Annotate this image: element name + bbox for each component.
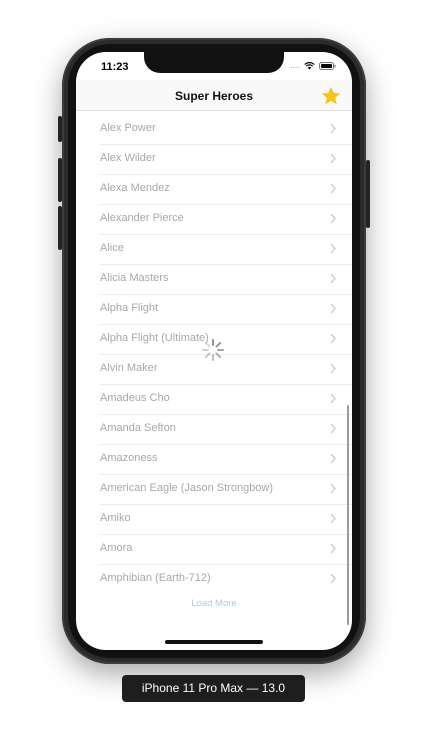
power-button [366,160,370,228]
chevron-right-icon [330,483,336,494]
signal-icon: .... [290,62,300,70]
chevron-right-icon [330,273,336,284]
device-screen: 11:23 .... Super Heroes Alex Power Alex … [76,52,352,650]
wifi-icon [304,62,315,70]
list-item-label: Amiko [100,512,131,524]
notch [144,52,284,73]
chevron-right-icon [330,573,336,584]
spinner-icon [202,339,224,361]
list-item[interactable]: Amora [100,535,352,565]
list-item-label: Amadeus Cho [100,392,170,404]
chevron-right-icon [330,183,336,194]
device-label: iPhone 11 Pro Max — 13.0 [122,675,305,702]
list-item-label: Alvin Maker [100,362,158,374]
chevron-right-icon [330,393,336,404]
list-item[interactable]: Alex Power [100,115,352,145]
chevron-right-icon [330,333,336,344]
status-time: 11:23 [101,61,129,73]
list-item-label: Alicia Masters [100,272,169,284]
list-item-label: Alpha Flight (Ultimate) [100,332,209,344]
list-item-label: Alice [100,242,124,254]
list-item[interactable]: Amanda Sefton [100,415,352,445]
list-item-label: Amphibian (Earth-712) [100,572,211,584]
list-item[interactable]: Amiko [100,505,352,535]
list-item-label: American Eagle (Jason Strongbow) [100,482,274,494]
chevron-right-icon [330,123,336,134]
list-item[interactable]: Alice [100,235,352,265]
status-icons: .... [290,62,336,70]
star-icon [321,86,341,105]
list-item[interactable]: American Eagle (Jason Strongbow) [100,475,352,505]
simulator-stage: 11:23 .... Super Heroes Alex Power Alex … [0,0,428,738]
battery-icon [319,62,336,70]
list-item[interactable]: Amazoness [100,445,352,475]
list-item-label: Alexander Pierce [100,212,184,224]
chevron-right-icon [330,363,336,374]
home-indicator[interactable] [165,640,263,644]
list-item[interactable]: Alex Wilder [100,145,352,175]
list-item-label: Amora [100,542,133,554]
favorites-button[interactable] [320,85,342,107]
list-item[interactable]: Alexander Pierce [100,205,352,235]
chevron-right-icon [330,423,336,434]
list-item[interactable]: Alpha Flight [100,295,352,325]
page-title: Super Heroes [174,89,254,103]
chevron-right-icon [330,453,336,464]
list-item[interactable]: Alvin Maker [100,355,352,385]
list-item-label: Alexa Mendez [100,182,170,194]
list-item[interactable]: Amadeus Cho [100,385,352,415]
chevron-right-icon [330,543,336,554]
list-item-label: Amanda Sefton [100,422,176,434]
list-item[interactable]: Alicia Masters [100,265,352,295]
chevron-right-icon [330,513,336,524]
list-item-label: Alpha Flight [100,302,159,314]
list-item[interactable]: Alexa Mendez [100,175,352,205]
list-item-label: Alex Power [100,122,156,134]
list-item[interactable]: Amphibian (Earth-712) [100,565,352,594]
list-item-label: Alex Wilder [100,152,156,164]
chevron-right-icon [330,303,336,314]
list-item[interactable]: Alpha Flight (Ultimate) [100,325,352,355]
navigation-bar: Super Heroes [76,80,352,111]
load-more-button[interactable]: Load More [76,598,352,609]
chevron-right-icon [330,213,336,224]
chevron-right-icon [330,153,336,164]
list-item-label: Amazoness [100,452,158,464]
scrollbar[interactable] [346,405,349,625]
chevron-right-icon [330,243,336,254]
